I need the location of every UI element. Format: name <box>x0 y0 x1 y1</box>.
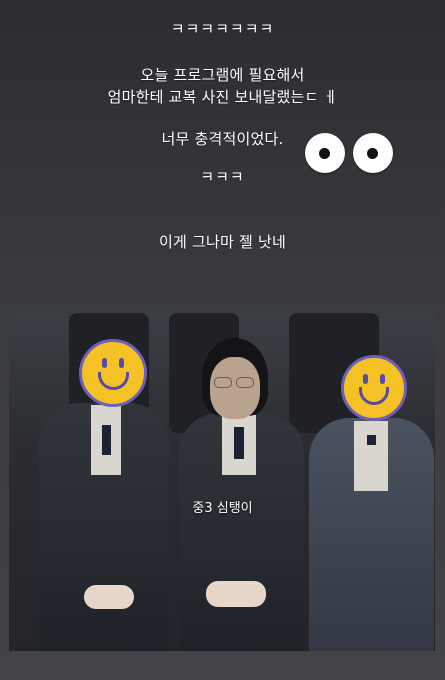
student-right <box>299 313 435 651</box>
smiley-face-icon <box>79 339 147 407</box>
smiley-face-icon <box>341 355 407 421</box>
story-text-line-2: 엄마한테 교복 사진 보내달랬는ㄷ ㅔ <box>107 88 338 106</box>
right-eye <box>353 133 393 173</box>
student-left <box>29 313 179 651</box>
story-text-line-1: 오늘 프로그램에 필요해서 <box>140 66 305 84</box>
laugh-text-top: ㅋㅋㅋㅋㅋㅋㅋ <box>170 20 275 38</box>
left-eye <box>305 133 345 173</box>
story-screen: ㅋㅋㅋㅋㅋㅋㅋ 오늘 프로그램에 필요해서 엄마한테 교복 사진 보내달랬는ㄷ … <box>0 0 445 680</box>
uniform-photo <box>9 313 435 651</box>
eyes-icon <box>305 133 397 173</box>
story-text-line-4: 이게 그나마 젤 낫네 <box>159 233 286 251</box>
student-middle <box>164 313 314 651</box>
photo-caption: 중3 심탱이 <box>192 501 253 516</box>
